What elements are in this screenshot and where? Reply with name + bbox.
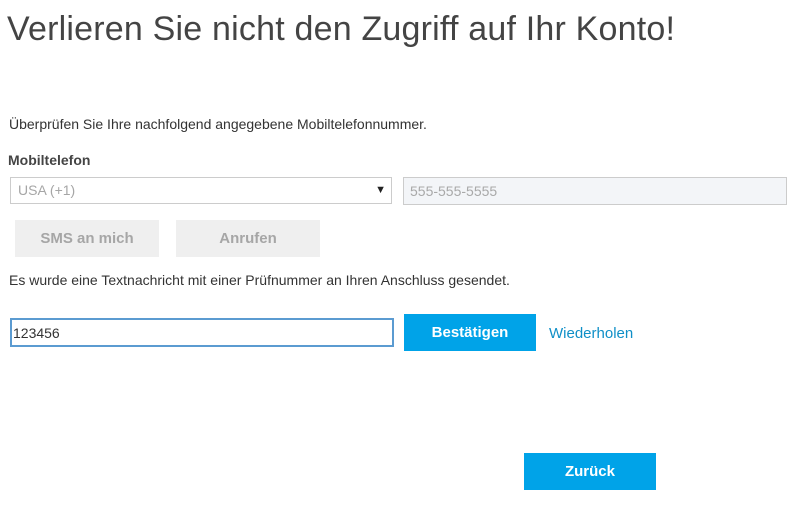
resend-link[interactable]: Wiederholen bbox=[549, 325, 633, 342]
verification-page: Verlieren Sie nicht den Zugriff auf Ihr … bbox=[0, 0, 800, 515]
country-code-value: USA (+1) bbox=[18, 182, 76, 198]
page-title: Verlieren Sie nicht den Zugriff auf Ihr … bbox=[7, 10, 676, 48]
call-button[interactable]: Anrufen bbox=[176, 220, 320, 257]
back-button[interactable]: Zurück bbox=[524, 453, 656, 490]
instruction-text: Überprüfen Sie Ihre nachfolgend angegebe… bbox=[9, 116, 427, 132]
phone-number-input[interactable] bbox=[403, 177, 787, 205]
country-code-select[interactable]: USA (+1) ▼ bbox=[10, 177, 392, 204]
verification-code-input[interactable] bbox=[10, 318, 394, 347]
sms-button[interactable]: SMS an mich bbox=[15, 220, 159, 257]
triangle-down-icon: ▼ bbox=[375, 184, 386, 196]
phone-label: Mobiltelefon bbox=[8, 152, 91, 168]
sms-sent-message: Es wurde eine Textnachricht mit einer Pr… bbox=[9, 272, 510, 288]
confirm-button[interactable]: Bestätigen bbox=[404, 314, 536, 351]
